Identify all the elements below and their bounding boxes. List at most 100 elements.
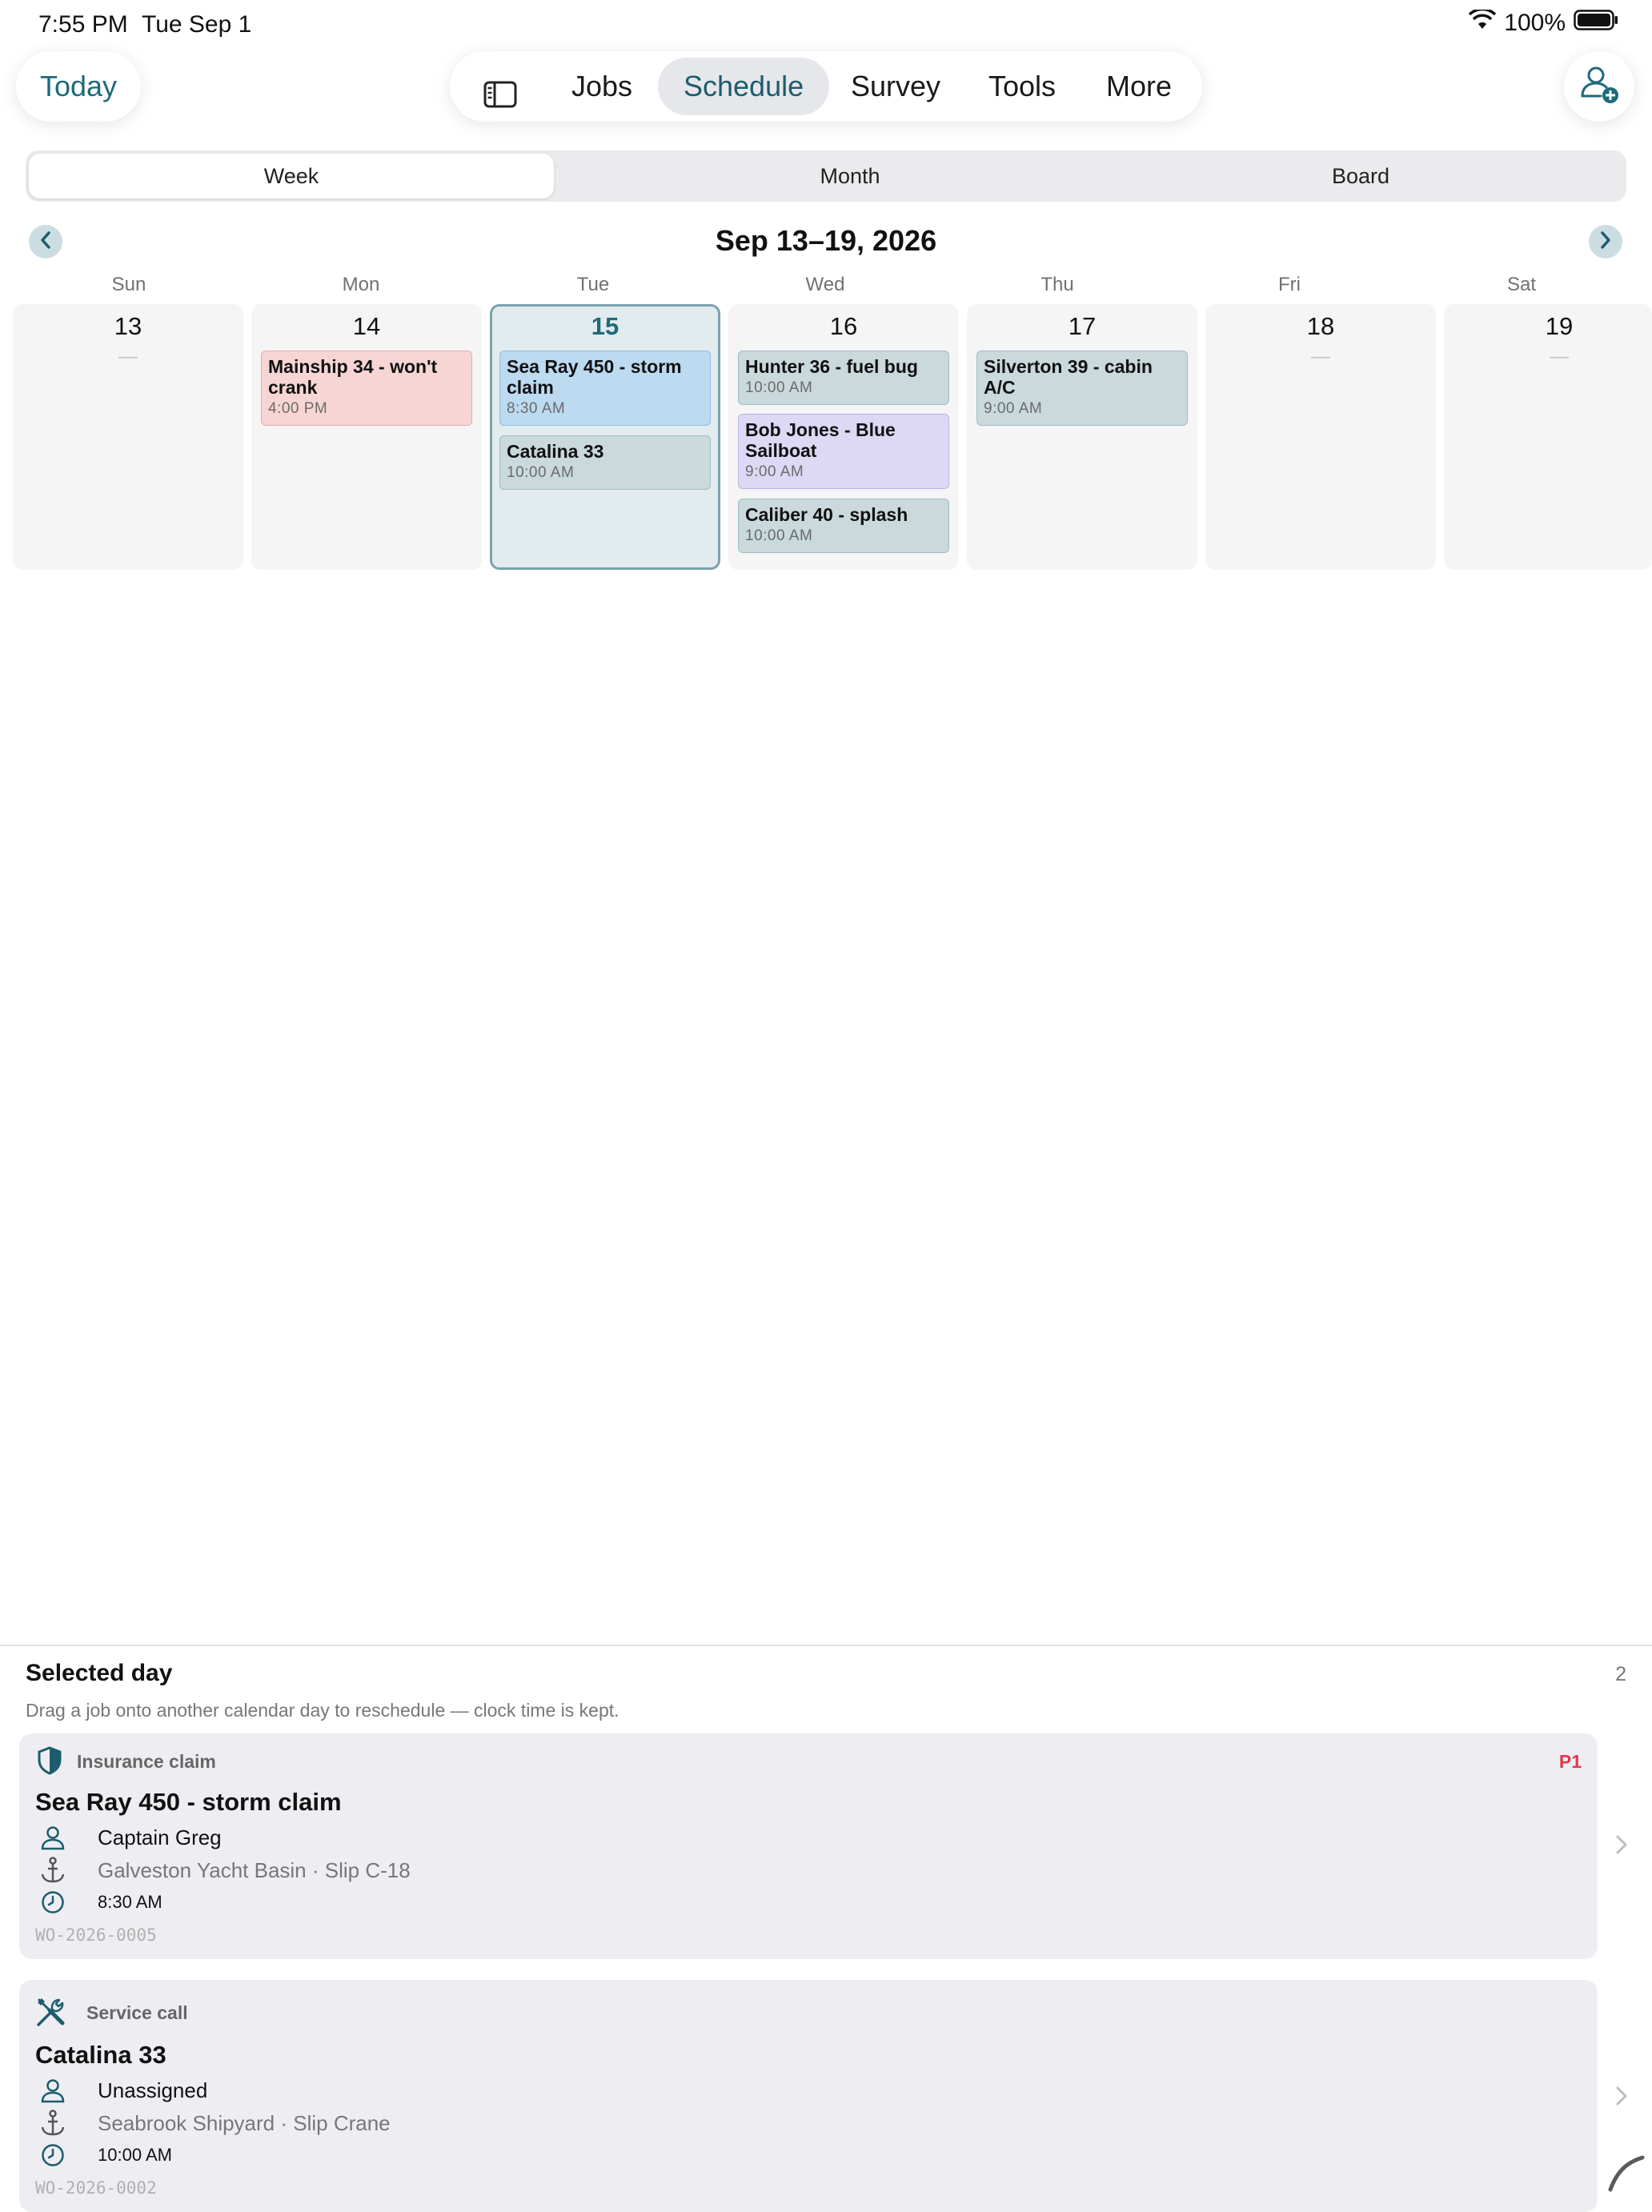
dow-fri: Fri bbox=[1278, 274, 1301, 295]
anchor-icon bbox=[35, 2110, 70, 2137]
priority-badge: P1 bbox=[1558, 1751, 1582, 1772]
dow-mon: Mon bbox=[342, 274, 380, 295]
event-time: 10:00 AM bbox=[745, 379, 813, 396]
event-time: 8:30 AM bbox=[507, 400, 566, 417]
calendar-event[interactable]: Caliber 40 - splash 10:00 AM bbox=[738, 499, 949, 553]
job-card[interactable]: Service call Catalina 33 Unassigned Seab… bbox=[19, 1980, 1598, 2212]
calendar-event[interactable]: Silverton 39 - cabin A/C 9:00 AM bbox=[976, 351, 1188, 426]
person-icon bbox=[35, 2078, 70, 2103]
status-time: 7:55 PM bbox=[38, 11, 128, 38]
tab-more[interactable]: More bbox=[1106, 58, 1172, 115]
segment-month[interactable]: Month bbox=[587, 154, 1113, 198]
chevron-right-icon bbox=[1599, 230, 1612, 253]
clock-icon bbox=[35, 1890, 70, 1914]
job-assignee-row: Captain Greg bbox=[35, 1825, 222, 1850]
battery-icon bbox=[1574, 10, 1618, 37]
day-cell-17[interactable]: 17 Silverton 39 - cabin A/C 9:00 AM bbox=[967, 304, 1197, 570]
event-time: 10:00 AM bbox=[507, 464, 575, 481]
event-title: Hunter 36 - fuel bug bbox=[745, 356, 918, 377]
person-icon bbox=[35, 1825, 70, 1850]
event-time: 4:00 PM bbox=[268, 400, 328, 417]
next-week-button[interactable] bbox=[1589, 225, 1622, 258]
tab-tools[interactable]: Tools bbox=[988, 58, 1056, 115]
day-number: 13 bbox=[114, 312, 142, 340]
view-segmented-control: Week Month Board bbox=[26, 150, 1626, 202]
add-person-icon bbox=[1578, 64, 1620, 110]
status-date: Tue Sep 1 bbox=[142, 11, 252, 38]
calendar-event[interactable]: Bob Jones - Blue Sailboat 9:00 AM bbox=[738, 414, 949, 489]
add-person-button[interactable] bbox=[1564, 51, 1634, 122]
work-order-id: WO-2026-0002 bbox=[35, 2178, 157, 2198]
day-cell-13[interactable]: 13 — bbox=[13, 304, 243, 570]
panel-divider bbox=[0, 1645, 1652, 1646]
calendar-event[interactable]: Hunter 36 - fuel bug 10:00 AM bbox=[738, 351, 949, 405]
job-card[interactable]: Insurance claim P1 Sea Ray 450 - storm c… bbox=[19, 1733, 1598, 1959]
tab-survey[interactable]: Survey bbox=[851, 58, 940, 115]
job-title: Sea Ray 450 - storm claim bbox=[35, 1788, 342, 1816]
job-type: Insurance claim bbox=[77, 1751, 216, 1772]
calendar-event[interactable]: Sea Ray 450 - storm claim 8:30 AM bbox=[499, 351, 711, 426]
empty-day-dash: — bbox=[118, 346, 138, 367]
tab-jobs[interactable]: Jobs bbox=[571, 58, 632, 115]
clock-icon bbox=[35, 2143, 70, 2167]
calendar-event[interactable]: Catalina 33 10:00 AM bbox=[499, 435, 711, 490]
today-button[interactable]: Today bbox=[16, 51, 141, 122]
event-time: 9:00 AM bbox=[984, 400, 1043, 417]
event-title: Mainship 34 - won't crank bbox=[268, 356, 438, 398]
selected-day-title: Selected day bbox=[26, 1660, 173, 1686]
job-location: Galveston Yacht Basin · Slip C-18 bbox=[98, 1857, 411, 1882]
job-title: Catalina 33 bbox=[35, 2041, 166, 2069]
sidebar-toggle-icon[interactable] bbox=[483, 70, 517, 128]
job-assignee-row: Unassigned bbox=[35, 2078, 207, 2103]
event-title: Sea Ray 450 - storm claim bbox=[507, 356, 682, 398]
selected-day-count: 2 bbox=[1615, 1663, 1626, 1685]
wifi-icon bbox=[1469, 7, 1497, 37]
job-time: 10:00 AM bbox=[98, 2145, 172, 2165]
dow-tue: Tue bbox=[576, 274, 610, 295]
status-indicators: 100% bbox=[1469, 7, 1618, 37]
job-time-row: 10:00 AM bbox=[35, 2143, 172, 2167]
event-title: Catalina 33 bbox=[507, 441, 604, 462]
day-number: 17 bbox=[1068, 312, 1097, 340]
segment-board[interactable]: Board bbox=[1098, 154, 1623, 198]
tab-bar: Jobs Schedule Survey Tools More bbox=[450, 51, 1202, 122]
day-cell-18[interactable]: 18 — bbox=[1205, 304, 1436, 570]
chevron-right-icon[interactable] bbox=[1615, 2086, 1628, 2110]
day-cell-14[interactable]: 14 Mainship 34 - won't crank 4:00 PM bbox=[251, 304, 482, 570]
day-cell-19[interactable]: 19 — bbox=[1444, 304, 1652, 570]
work-order-id: WO-2026-0005 bbox=[35, 1925, 157, 1945]
job-location: Seabrook Shipyard · Slip Crane bbox=[98, 2110, 391, 2135]
job-assignee: Unassigned bbox=[98, 2078, 208, 2102]
job-location-row: Seabrook Shipyard · Slip Crane bbox=[35, 2110, 391, 2137]
job-location-row: Galveston Yacht Basin · Slip C-18 bbox=[35, 1857, 411, 1884]
dow-sat: Sat bbox=[1506, 274, 1537, 295]
dow-wed: Wed bbox=[805, 274, 845, 295]
reschedule-hint: Drag a job onto another calendar day to … bbox=[26, 1700, 620, 1721]
week-title: Sep 13–19, 2026 bbox=[715, 224, 937, 257]
day-number: 14 bbox=[352, 312, 381, 340]
empty-day-dash: — bbox=[1311, 346, 1330, 367]
calendar-event[interactable]: Mainship 34 - won't crank 4:00 PM bbox=[261, 351, 472, 426]
day-cell-16[interactable]: 16 Hunter 36 - fuel bug 10:00 AM Bob Jon… bbox=[728, 304, 959, 570]
day-cell-15-selected[interactable]: 15 Sea Ray 450 - storm claim 8:30 AM Cat… bbox=[490, 304, 720, 570]
day-number: 19 bbox=[1545, 312, 1574, 340]
event-time: 10:00 AM bbox=[745, 527, 813, 544]
segment-week[interactable]: Week bbox=[29, 154, 554, 198]
event-time: 9:00 AM bbox=[745, 463, 804, 480]
shield-icon bbox=[37, 1746, 62, 1779]
day-number: 16 bbox=[829, 312, 858, 340]
event-title: Silverton 39 - cabin A/C bbox=[984, 356, 1153, 398]
anchor-icon bbox=[35, 1857, 70, 1884]
resize-grabber-icon[interactable] bbox=[1606, 2153, 1646, 2197]
tab-schedule[interactable]: Schedule bbox=[658, 58, 830, 115]
empty-day-dash: — bbox=[1550, 346, 1569, 367]
chevron-right-icon[interactable] bbox=[1615, 1834, 1628, 1859]
day-number: 15 bbox=[591, 312, 620, 340]
dow-thu: Thu bbox=[1041, 274, 1074, 295]
job-time: 8:30 AM bbox=[98, 1892, 162, 1912]
event-title: Caliber 40 - splash bbox=[745, 504, 908, 525]
job-assignee: Captain Greg bbox=[98, 1825, 222, 1849]
day-number: 18 bbox=[1306, 312, 1335, 340]
dow-sun: Sun bbox=[111, 274, 146, 295]
job-time-row: 8:30 AM bbox=[35, 1890, 162, 1914]
